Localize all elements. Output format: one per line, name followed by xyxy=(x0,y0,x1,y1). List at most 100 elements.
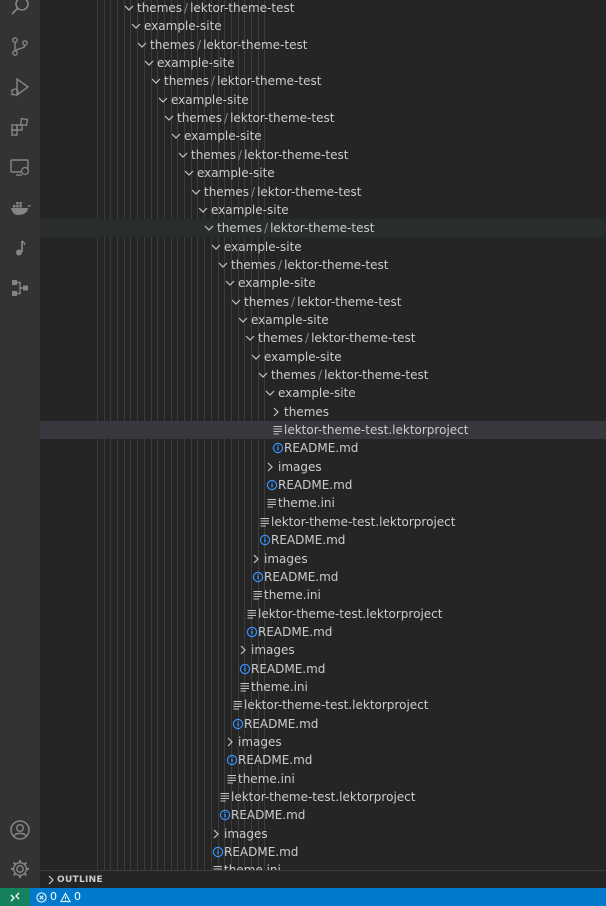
tree-file-row[interactable]: README.md xyxy=(40,568,606,586)
tree-file-row[interactable]: theme.ini xyxy=(40,770,606,788)
tree-file-row[interactable]: README.md xyxy=(40,715,606,733)
chevron-down-icon[interactable] xyxy=(215,256,231,274)
chevron-down-icon[interactable] xyxy=(155,91,171,109)
run-debug-activity-button[interactable] xyxy=(0,67,40,107)
chevron-right-icon[interactable] xyxy=(262,458,278,476)
file-name: theme.ini xyxy=(264,588,321,602)
folder-name: example-site xyxy=(211,203,289,217)
warning-icon xyxy=(60,891,71,902)
chevron-right-icon[interactable] xyxy=(222,733,238,751)
tree-folder-row[interactable]: images xyxy=(40,550,606,568)
chevron-down-icon[interactable] xyxy=(235,311,251,329)
chevron-right-icon[interactable] xyxy=(268,403,284,421)
folder-name: images xyxy=(251,643,295,657)
text-file-icon xyxy=(213,865,222,870)
tree-folder-row[interactable]: example-site xyxy=(40,127,606,145)
tree-file-row[interactable]: README.md xyxy=(40,751,606,769)
chevron-down-icon[interactable] xyxy=(201,219,217,237)
tree-folder-row[interactable]: themes xyxy=(40,403,606,421)
remote-indicator-button[interactable] xyxy=(0,888,30,906)
chevron-down-icon[interactable] xyxy=(242,329,258,347)
chevron-down-icon[interactable] xyxy=(161,109,177,127)
chevron-down-icon[interactable] xyxy=(222,274,238,292)
tree-file-row[interactable]: lektor-theme-test.lektorproject xyxy=(40,421,606,439)
tree-folder-row[interactable]: themes / lektor-theme-test xyxy=(40,0,606,17)
chevron-down-icon[interactable] xyxy=(188,183,204,201)
tree-file-row[interactable]: theme.ini xyxy=(40,678,606,696)
source-control-activity-button[interactable] xyxy=(0,26,40,66)
tree-folder-row[interactable]: example-site xyxy=(40,311,606,329)
chevron-down-icon[interactable] xyxy=(195,201,211,219)
chevron-down-icon[interactable] xyxy=(262,384,278,402)
chevron-down-icon[interactable] xyxy=(128,17,144,35)
file-name: README.md xyxy=(251,662,326,676)
tree-folder-row[interactable]: images xyxy=(40,733,606,751)
tree-folder-row[interactable]: themes / lektor-theme-test xyxy=(40,219,606,237)
chevron-down-icon[interactable] xyxy=(121,0,137,17)
tree-folder-row[interactable]: themes / lektor-theme-test xyxy=(40,293,606,311)
tree-folder-row[interactable]: example-site xyxy=(40,238,606,256)
remote-explorer-activity-button[interactable] xyxy=(0,147,40,187)
chevron-right-icon[interactable] xyxy=(248,550,264,568)
tree-folder-row[interactable]: example-site xyxy=(40,274,606,292)
file-name: theme.ini xyxy=(238,772,295,786)
account-activity-button[interactable] xyxy=(0,810,40,850)
chevron-down-icon[interactable] xyxy=(181,164,197,182)
graph-nodes-activity-button[interactable] xyxy=(0,268,40,308)
chevron-down-icon[interactable] xyxy=(228,293,244,311)
tree-folder-row[interactable]: images xyxy=(40,825,606,843)
tree-folder-row[interactable]: example-site xyxy=(40,91,606,109)
chevron-right-icon xyxy=(48,875,54,885)
tree-folder-row[interactable]: images xyxy=(40,641,606,659)
extensions-activity-button[interactable] xyxy=(0,107,40,147)
tree-folder-row[interactable]: themes / lektor-theme-test xyxy=(40,109,606,127)
chevron-right-icon[interactable] xyxy=(208,825,224,843)
tree-folder-row[interactable]: themes / lektor-theme-test xyxy=(40,366,606,384)
chevron-right-icon[interactable] xyxy=(235,641,251,659)
chevron-down-icon[interactable] xyxy=(168,127,184,145)
chevron-down-icon[interactable] xyxy=(148,72,164,90)
tree-file-row[interactable]: README.md xyxy=(40,660,606,678)
tree-file-row[interactable]: README.md xyxy=(40,843,606,861)
chevron-down-icon[interactable] xyxy=(141,54,157,72)
tree-folder-row[interactable]: example-site xyxy=(40,348,606,366)
tree-folder-row[interactable]: example-site xyxy=(40,384,606,402)
chevron-down-icon[interactable] xyxy=(175,146,191,164)
tree-file-row[interactable]: README.md xyxy=(40,623,606,641)
tree-file-row[interactable]: README.md xyxy=(40,806,606,824)
error-count: 0 xyxy=(50,890,57,903)
music-note-activity-button[interactable] xyxy=(0,228,40,268)
tree-file-row[interactable]: README.md xyxy=(40,531,606,549)
tree-folder-row[interactable]: example-site xyxy=(40,201,606,219)
chevron-down-icon[interactable] xyxy=(134,36,150,54)
tree-file-row[interactable]: lektor-theme-test.lektorproject xyxy=(40,788,606,806)
tree-folder-row[interactable]: themes / lektor-theme-test xyxy=(40,183,606,201)
tree-folder-row[interactable]: example-site xyxy=(40,17,606,35)
tree-file-row[interactable]: theme.ini xyxy=(40,861,606,870)
folder-name: images xyxy=(264,552,308,566)
tree-folder-row[interactable]: themes / lektor-theme-test xyxy=(40,256,606,274)
tree-file-row[interactable]: lektor-theme-test.lektorproject xyxy=(40,696,606,714)
outline-section-header[interactable]: OUTLINE xyxy=(40,870,606,888)
tree-file-row[interactable]: theme.ini xyxy=(40,494,606,512)
chevron-down-icon[interactable] xyxy=(208,238,224,256)
tree-file-row[interactable]: theme.ini xyxy=(40,586,606,604)
tree-folder-row[interactable]: themes / lektor-theme-test xyxy=(40,146,606,164)
tree-folder-row[interactable]: themes / lektor-theme-test xyxy=(40,36,606,54)
tree-file-row[interactable]: lektor-theme-test.lektorproject xyxy=(40,513,606,531)
tree-file-row[interactable]: README.md xyxy=(40,439,606,457)
search-activity-button[interactable] xyxy=(0,0,40,26)
chevron-down-icon[interactable] xyxy=(248,348,264,366)
docker-activity-button[interactable] xyxy=(0,188,40,228)
tree-folder-row[interactable]: themes / lektor-theme-test xyxy=(40,329,606,347)
tree-file-row[interactable]: lektor-theme-test.lektorproject xyxy=(40,605,606,623)
settings-gear-activity-button[interactable] xyxy=(0,849,40,889)
tree-file-row[interactable]: README.md xyxy=(40,476,606,494)
tree-folder-row[interactable]: example-site xyxy=(40,54,606,72)
folder-name: themes / lektor-theme-test xyxy=(204,185,362,199)
tree-folder-row[interactable]: example-site xyxy=(40,164,606,182)
chevron-down-icon[interactable] xyxy=(255,366,271,384)
tree-folder-row[interactable]: themes / lektor-theme-test xyxy=(40,72,606,90)
tree-folder-row[interactable]: images xyxy=(40,458,606,476)
problems-indicator[interactable]: 0 0 xyxy=(36,888,81,906)
